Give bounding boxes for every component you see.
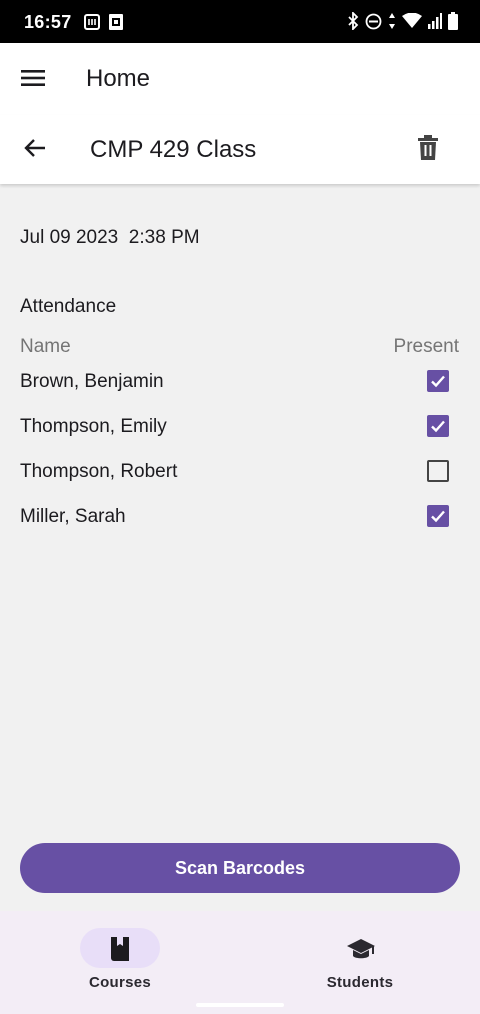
student-name: Thompson, Emily	[20, 416, 167, 437]
nav-item-courses[interactable]: Courses	[0, 911, 240, 1014]
present-checkbox[interactable]	[427, 370, 449, 392]
checkmark-icon	[431, 420, 445, 433]
status-bar: 16:57	[0, 0, 480, 43]
student-name: Thompson, Robert	[20, 461, 178, 482]
data-arrows-icon	[388, 12, 396, 30]
present-checkbox[interactable]	[427, 415, 449, 437]
nav-item-students[interactable]: Students	[240, 911, 480, 1014]
nfc-icon	[84, 13, 100, 31]
attendance-row: Thompson, Emily	[0, 405, 480, 450]
arrow-back-icon[interactable]	[22, 135, 48, 161]
attendance-row: Brown, Benjamin	[0, 360, 480, 405]
wifi-icon	[402, 13, 422, 29]
app-title: Home	[86, 65, 151, 92]
attendance-heading: Attendance	[20, 296, 117, 317]
battery-icon	[448, 12, 458, 30]
class-title: CMP 429 Class	[90, 136, 257, 163]
sim-icon	[106, 13, 126, 31]
session-datetime: Jul 09 2023 2:38 PM	[20, 227, 200, 248]
status-time: 16:57	[24, 12, 72, 32]
attendance-row: Thompson, Robert	[0, 450, 480, 495]
checkmark-icon	[431, 510, 445, 523]
present-checkbox[interactable]	[427, 460, 449, 482]
column-header-present: Present	[393, 336, 459, 357]
bluetooth-icon	[347, 12, 359, 30]
class-header-bar: CMP 429 Class	[0, 115, 480, 184]
attendance-row: Miller, Sarah	[0, 495, 480, 540]
column-header-name: Name	[20, 336, 71, 357]
signal-icon	[428, 13, 442, 29]
do-not-disturb-icon	[365, 13, 382, 30]
hamburger-menu-icon[interactable]	[20, 67, 46, 89]
book-icon	[108, 936, 132, 967]
checkmark-icon	[431, 375, 445, 388]
bottom-navigation: Courses Students	[0, 911, 480, 1014]
student-name: Brown, Benjamin	[20, 371, 164, 392]
nav-label-students: Students	[326, 974, 394, 991]
graduation-cap-icon	[346, 936, 376, 967]
student-name: Miller, Sarah	[20, 506, 126, 527]
present-checkbox[interactable]	[427, 505, 449, 527]
scan-barcodes-button[interactable]: Scan Barcodes	[20, 843, 460, 893]
trash-icon[interactable]	[416, 135, 440, 161]
gesture-home-indicator	[196, 1003, 284, 1007]
nav-label-courses: Courses	[88, 974, 152, 991]
app-bar: Home	[0, 43, 480, 115]
